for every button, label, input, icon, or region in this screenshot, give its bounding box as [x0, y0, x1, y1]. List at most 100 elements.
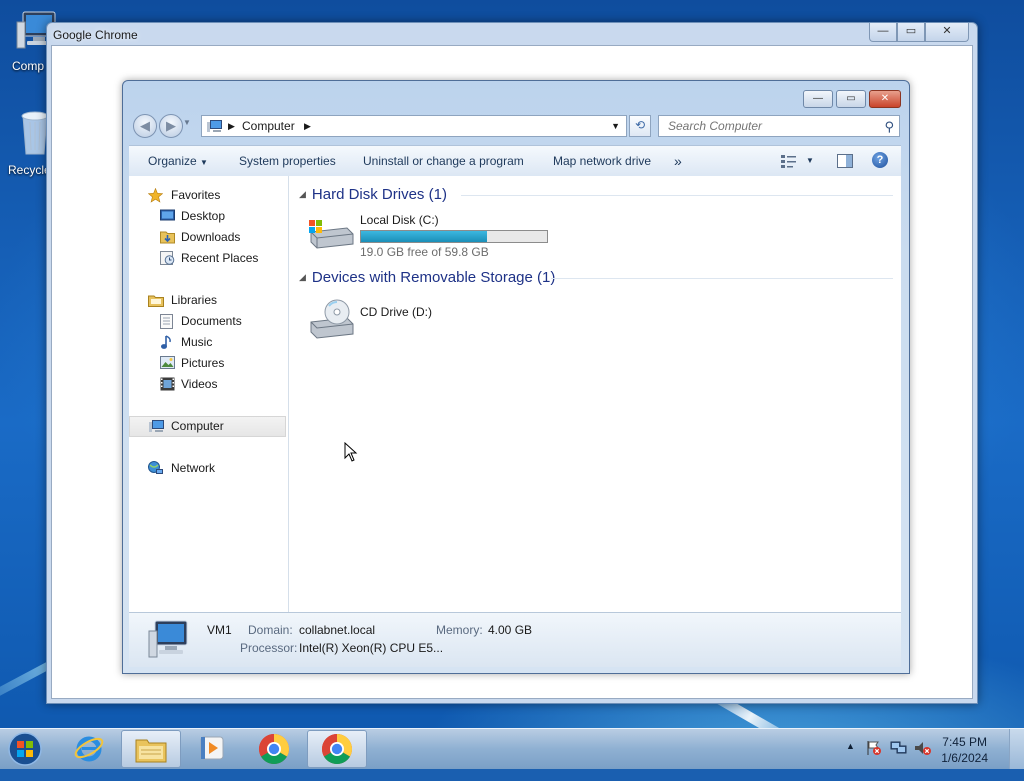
address-bar[interactable]: ▶ Computer ▶ ▼: [201, 115, 627, 137]
group-divider: [461, 195, 893, 196]
navigation-bar: ◀ ▶ ▼ ▶ Computer ▶ ▼ ⟲ ⚲: [131, 114, 901, 138]
organize-menu[interactable]: Organize ▼: [148, 146, 208, 178]
music-icon: [160, 335, 174, 349]
internet-explorer-icon: [73, 733, 105, 768]
breadcrumb-separator[interactable]: ▶: [228, 116, 235, 136]
search-icon[interactable]: ⚲: [884, 117, 894, 137]
start-button[interactable]: [4, 730, 50, 768]
computer-name: VM1: [207, 623, 232, 637]
libraries-icon: [148, 293, 164, 307]
network-icon: [148, 461, 163, 475]
view-options-icon[interactable]: [781, 154, 797, 171]
clock-date: 1/6/2024: [941, 751, 988, 765]
downloads-folder-icon: [160, 230, 175, 244]
minimize-button[interactable]: —: [869, 23, 897, 42]
uninstall-program-button[interactable]: Uninstall or change a program: [363, 146, 524, 176]
chrome-icon: [321, 733, 353, 770]
computer-icon: [147, 619, 191, 664]
processor-label: Processor:: [240, 641, 298, 655]
pictures-icon: [160, 356, 175, 370]
explorer-window-controls: — ▭ ✕: [803, 90, 901, 108]
taskbar-chrome-active[interactable]: [307, 730, 367, 768]
drive-label: Local Disk (C:): [360, 213, 439, 227]
nav-recent-places[interactable]: Recent Places: [129, 249, 284, 268]
maximize-button[interactable]: ▭: [836, 90, 866, 108]
more-commands-button[interactable]: »: [674, 146, 682, 176]
drive-label: CD Drive (D:): [360, 305, 432, 319]
refresh-button[interactable]: ⟲: [629, 115, 651, 137]
show-desktop-button[interactable]: [1009, 729, 1024, 769]
nav-downloads[interactable]: Downloads: [129, 228, 284, 247]
view-dropdown[interactable]: ▼: [806, 146, 814, 176]
window-title: Google Chrome: [53, 28, 138, 42]
cd-drive-icon: [307, 298, 355, 347]
search-input[interactable]: [666, 118, 870, 134]
computer-icon: [207, 119, 223, 139]
system-clock[interactable]: 7:45 PM 1/6/2024: [941, 734, 988, 766]
nav-desktop[interactable]: Desktop: [129, 207, 284, 226]
show-hidden-icons-button[interactable]: ▲: [846, 741, 855, 781]
minimize-button[interactable]: —: [803, 90, 833, 108]
chrome-icon: [258, 733, 290, 770]
group-divider: [551, 278, 893, 279]
recent-places-icon: [160, 251, 175, 265]
drive-item-c[interactable]: Local Disk (C:) 19.0 GB free of 59.8 GB: [307, 212, 557, 260]
window-controls: — ▭ ✕: [869, 23, 969, 42]
maximize-button[interactable]: ▭: [897, 23, 925, 42]
local-disk-icon: [307, 218, 355, 257]
group-header-hard-disk-drives[interactable]: ◢ Hard Disk Drives (1): [299, 186, 447, 203]
videos-icon: [160, 377, 175, 391]
recent-pages-dropdown[interactable]: ▼: [183, 118, 191, 127]
search-box[interactable]: ⚲: [658, 115, 900, 137]
nav-videos[interactable]: Videos: [129, 375, 284, 394]
processor-value: Intel(R) Xeon(R) CPU E5...: [299, 641, 444, 655]
drive-free-space: 19.0 GB free of 59.8 GB: [360, 245, 489, 259]
content-pane: ◢ Hard Disk Drives (1) Local Disk (C:) 19…: [289, 176, 901, 612]
desktop-icon: [160, 209, 175, 223]
nav-documents[interactable]: Documents: [129, 312, 284, 331]
taskbar-file-explorer[interactable]: [121, 730, 181, 768]
nav-pictures[interactable]: Pictures: [129, 354, 284, 373]
nav-music[interactable]: Music: [129, 333, 284, 352]
nav-favorites[interactable]: Favorites: [129, 186, 284, 205]
memory-value: 4.00 GB: [488, 623, 533, 637]
mouse-cursor-icon: [344, 441, 358, 467]
nav-computer[interactable]: Computer: [129, 416, 286, 437]
drive-item-d[interactable]: CD Drive (D:): [307, 294, 557, 344]
memory-label: Memory:: [436, 623, 483, 637]
domain-label: Domain:: [248, 623, 293, 637]
collapse-triangle-icon[interactable]: ◢: [299, 272, 306, 282]
back-button[interactable]: ◀: [133, 114, 157, 138]
close-button[interactable]: ✕: [925, 23, 969, 42]
disk-usage-fill: [361, 231, 488, 242]
computer-icon: [149, 419, 164, 433]
close-button[interactable]: ✕: [869, 90, 901, 108]
folder-icon: [135, 734, 167, 769]
star-icon: [147, 187, 164, 203]
preview-pane-icon[interactable]: [837, 154, 853, 171]
address-dropdown[interactable]: ▼: [611, 116, 620, 136]
taskbar-chrome[interactable]: [246, 730, 304, 766]
collapse-triangle-icon[interactable]: ◢: [299, 189, 306, 199]
command-bar: Organize ▼ System properties Uninstall o…: [129, 145, 901, 177]
nav-network[interactable]: Network: [129, 459, 284, 478]
taskbar-internet-explorer[interactable]: [60, 730, 118, 766]
navigation-pane: Favorites Desktop Downloads Recent Place…: [129, 176, 289, 612]
forward-button[interactable]: ▶: [159, 114, 183, 138]
explorer-window: — ▭ ✕ ◀ ▶ ▼ ▶ Computer ▶ ▼ ⟲ ⚲ Organize …: [122, 80, 910, 674]
system-properties-button[interactable]: System properties: [239, 146, 336, 176]
media-player-icon: [197, 733, 229, 768]
action-center-flag-icon[interactable]: [866, 740, 882, 780]
taskbar-media-player[interactable]: [184, 730, 242, 766]
breadcrumb-separator[interactable]: ▶: [304, 116, 311, 136]
taskbar: ▲ 7:45 PM 1/6/2024: [0, 728, 1024, 769]
domain-value: collabnet.local: [299, 623, 376, 637]
volume-muted-icon[interactable]: [914, 740, 932, 780]
group-header-removable-storage[interactable]: ◢ Devices with Removable Storage (1): [299, 269, 555, 286]
map-network-drive-button[interactable]: Map network drive: [553, 146, 651, 176]
nav-libraries[interactable]: Libraries: [129, 291, 284, 310]
help-icon[interactable]: ?: [872, 152, 888, 168]
clock-time: 7:45 PM: [942, 735, 987, 749]
network-status-icon[interactable]: [890, 740, 908, 780]
breadcrumb-computer[interactable]: Computer: [242, 116, 295, 136]
